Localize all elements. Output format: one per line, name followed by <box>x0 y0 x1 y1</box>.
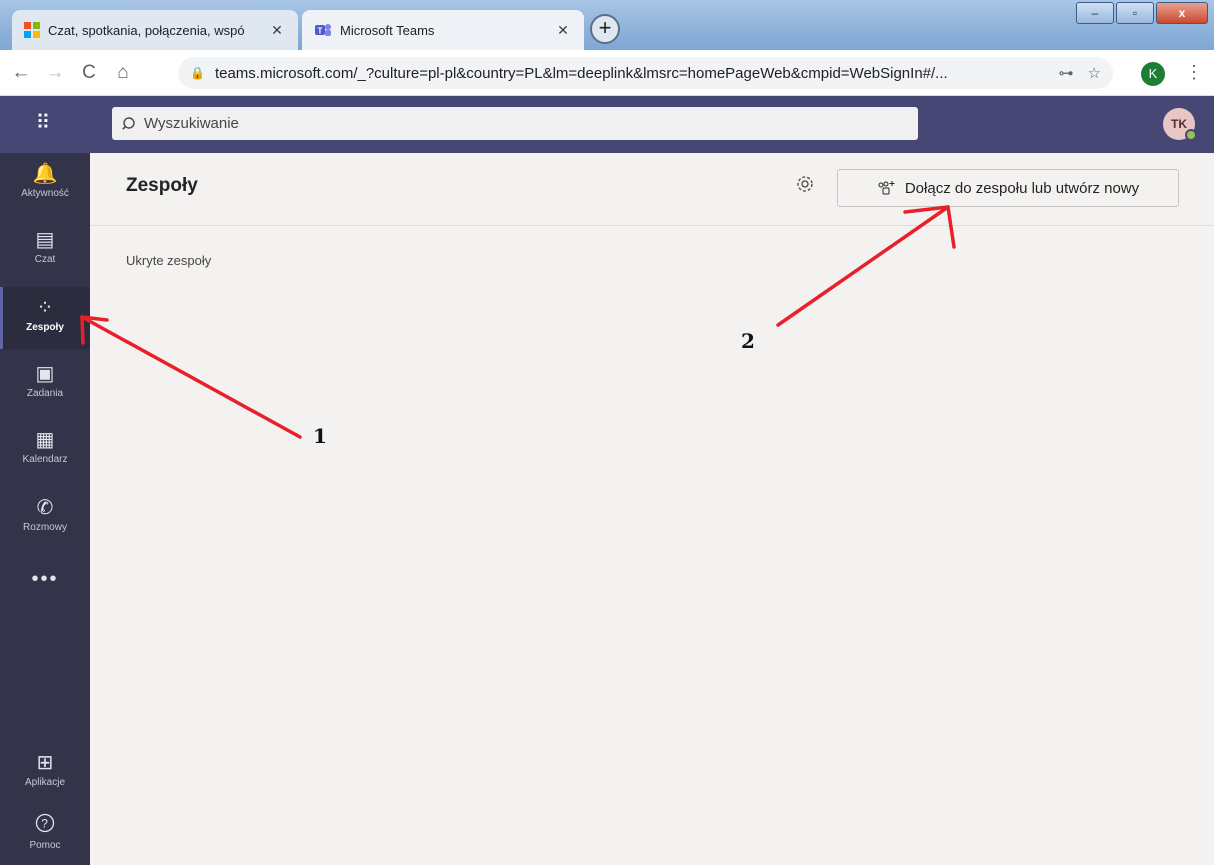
bookmark-star-icon[interactable]: ☆ <box>1088 64 1101 82</box>
rail-item-label: Zespoły <box>26 322 64 333</box>
address-bar[interactable]: 🔒 teams.microsoft.com/_?culture=pl-pl&co… <box>178 57 1113 89</box>
chat-icon: ▤ <box>35 229 55 251</box>
apps-icon: ⊞ <box>36 752 54 774</box>
screen: Czat, spotkania, połączenia, wspó ✕ T Mi… <box>0 0 1214 865</box>
annotation-label-2: 2 <box>741 329 755 353</box>
rail-item-assignments[interactable]: ▣ Zadania <box>0 353 90 415</box>
forward-button[interactable]: → <box>42 62 68 84</box>
back-button[interactable]: ← <box>8 62 34 84</box>
teams-icon: ⁘ <box>36 297 54 319</box>
rail-item-calls[interactable]: ✆ Rozmowy <box>0 487 90 549</box>
reload-button[interactable]: C <box>76 62 102 84</box>
browser-menu-icon[interactable]: ⋮ <box>1185 62 1203 83</box>
tab-title: Czat, spotkania, połączenia, wspó <box>48 22 245 38</box>
rail-item-teams[interactable]: ⁘ Zespoły <box>0 287 90 349</box>
lock-icon: 🔒 <box>190 66 205 80</box>
phone-icon: ✆ <box>36 497 54 519</box>
url-text[interactable]: teams.microsoft.com/_?culture=pl-pl&coun… <box>215 65 1045 82</box>
assignments-icon: ▣ <box>35 363 55 385</box>
presence-available-icon <box>1185 129 1197 141</box>
rail-item-help[interactable]: ? Pomoc <box>0 805 90 865</box>
help-icon: ? <box>0 813 90 837</box>
window-controls: – ▫ x <box>1076 2 1208 24</box>
tab-title: Microsoft Teams <box>340 22 435 38</box>
home-button[interactable]: ⌂ <box>110 62 136 84</box>
search-placeholder: Wyszukiwanie <box>144 115 239 132</box>
close-window-button[interactable]: x <box>1156 2 1208 24</box>
rail-item-label: Kalendarz <box>22 454 68 465</box>
key-icon[interactable]: ⊶ <box>1059 64 1074 82</box>
user-avatar[interactable]: TK <box>1163 108 1197 141</box>
browser-toolbar: ← → C ⌂ 🔒 teams.microsoft.com/_?culture=… <box>0 50 1214 96</box>
rail-item-calendar[interactable]: ▦ Kalendarz <box>0 419 90 481</box>
rail-item-label: Aktywność <box>21 188 69 199</box>
minimize-button[interactable]: – <box>1076 2 1114 24</box>
new-tab-button[interactable]: + <box>590 14 620 44</box>
annotation-label-1: 1 <box>313 424 327 448</box>
join-button-label: Dołącz do zespołu lub utwórz nowy <box>904 179 1140 197</box>
search-icon <box>122 116 135 130</box>
microsoft-logo-icon <box>24 22 40 38</box>
close-tab-icon[interactable]: ✕ <box>268 22 286 39</box>
add-team-icon <box>878 181 895 195</box>
page-title: Zespoły <box>126 175 198 196</box>
app-launcher-icon[interactable]: ⠿ <box>30 110 56 136</box>
rail-item-label: Zadania <box>26 388 64 399</box>
search-input[interactable]: Wyszukiwanie <box>112 107 918 140</box>
app-bar: 🔔 Aktywność ▤ Czat ⁘ Zespoły ▣ Zadania ▦… <box>0 153 90 865</box>
teams-header: ⠿ Wyszukiwanie TK <box>0 96 1214 153</box>
rail-item-label: Aplikacje <box>24 777 66 788</box>
rail-item-label: Pomoc <box>29 840 61 851</box>
teams-logo-icon: T <box>315 24 331 36</box>
gear-icon[interactable] <box>796 175 814 199</box>
avatar-initials: TK <box>1171 117 1187 131</box>
svg-text:?: ? <box>41 817 48 831</box>
rail-item-activity[interactable]: 🔔 Aktywność <box>0 153 90 215</box>
join-or-create-team-button[interactable]: Dołącz do zespołu lub utwórz nowy <box>837 169 1179 207</box>
browser-profile-avatar[interactable]: K <box>1141 62 1165 86</box>
close-tab-icon[interactable]: ✕ <box>554 22 572 39</box>
bell-icon: 🔔 <box>32 163 58 185</box>
browser-tab-strip: Czat, spotkania, połączenia, wspó ✕ T Mi… <box>0 0 1214 50</box>
calendar-icon: ▦ <box>35 429 55 451</box>
rail-item-label: Rozmowy <box>23 522 67 533</box>
rail-item-label: Czat <box>34 254 56 265</box>
rail-item-apps[interactable]: ⊞ Aplikacje <box>0 742 90 804</box>
more-apps-icon[interactable]: ••• <box>0 568 90 591</box>
main-header: Zespoły Dołącz do zespołu lub utwórz now… <box>90 153 1214 226</box>
tab-chat[interactable]: Czat, spotkania, połączenia, wspó ✕ <box>12 10 298 50</box>
hidden-teams-link[interactable]: Ukryte zespoły <box>126 253 211 268</box>
main-content: Zespoły Dołącz do zespołu lub utwórz now… <box>90 153 1214 865</box>
rail-item-chat[interactable]: ▤ Czat <box>0 219 90 281</box>
maximize-button[interactable]: ▫ <box>1116 2 1154 24</box>
tab-microsoft-teams[interactable]: T Microsoft Teams ✕ <box>302 10 584 50</box>
svg-text:T: T <box>318 27 323 36</box>
